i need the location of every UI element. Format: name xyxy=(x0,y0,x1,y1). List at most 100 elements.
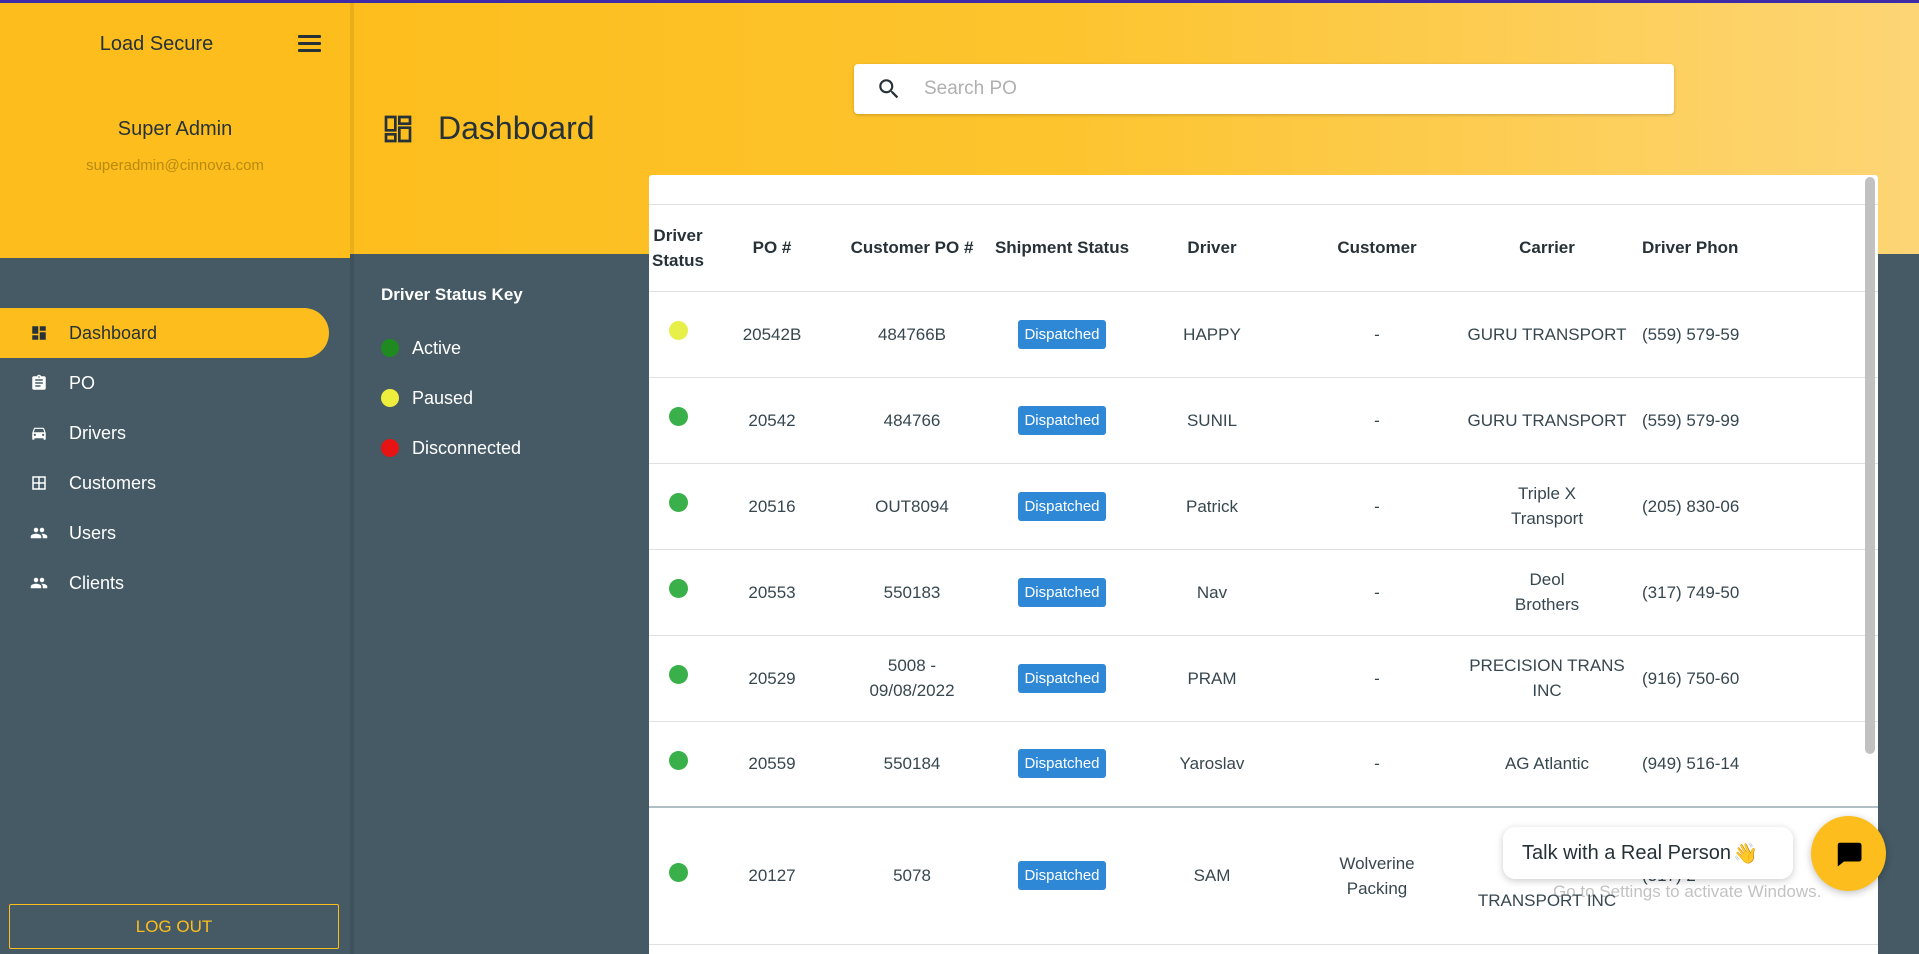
column-header[interactable]: Customer xyxy=(1287,205,1467,292)
menu-icon[interactable] xyxy=(298,35,321,53)
car-icon xyxy=(30,424,48,442)
disconnected-status-dot xyxy=(381,439,399,457)
logout-button[interactable]: LOG OUT xyxy=(9,904,339,949)
status-key-item: Active xyxy=(381,323,523,373)
table-row[interactable]: 20553 550183 Dispatched Nav - Deol Broth… xyxy=(649,549,1878,636)
po-number: 20559 xyxy=(707,721,837,808)
status-key-title: Driver Status Key xyxy=(381,285,523,304)
sidebar-item-label: Drivers xyxy=(69,422,126,443)
status-badge: Dispatched xyxy=(1018,861,1106,891)
sidebar-item-label: PO xyxy=(69,372,96,393)
carrier-name: GURU TRANSPORT xyxy=(1467,377,1627,464)
user-email: superadmin@cinnova.com xyxy=(86,157,264,174)
status-key-item: Disconnected xyxy=(381,423,523,473)
driver-phone: (317) 749-50 xyxy=(1627,549,1878,636)
customer-po: 550183 xyxy=(837,549,987,636)
column-header[interactable]: Driver xyxy=(1137,205,1287,292)
search-input[interactable] xyxy=(924,78,1624,100)
status-badge: Dispatched xyxy=(1018,577,1106,607)
driver-status-dot xyxy=(668,750,688,770)
search-icon xyxy=(879,79,899,99)
customer-po: 550184 xyxy=(837,721,987,808)
sidebar-item-clients[interactable]: Clients xyxy=(0,558,350,608)
sidebar: Load Secure Super Admin superadmin@cinno… xyxy=(0,0,350,954)
sidebar-item-drivers[interactable]: Drivers xyxy=(0,408,350,458)
people-icon xyxy=(30,574,48,592)
page-title-text: Dashboard xyxy=(438,110,595,146)
chat-icon xyxy=(1837,842,1861,866)
status-badge: Dispatched xyxy=(1018,749,1106,779)
status-badge: Dispatched xyxy=(1018,319,1106,349)
clipboard-icon xyxy=(30,374,48,392)
carrier-name: Triple X Transport xyxy=(1467,463,1627,550)
driver-phone: (949) 516-14 xyxy=(1627,721,1878,808)
driver-name: Nav xyxy=(1137,549,1287,636)
customer-po: 5078 xyxy=(837,807,987,945)
carrier-name: PRECISION TRANS INC xyxy=(1467,635,1627,722)
status-badge: Dispatched xyxy=(1018,663,1106,693)
column-header[interactable]: Shipment Status xyxy=(987,205,1137,292)
po-number: 20542 xyxy=(707,377,837,464)
column-header[interactable]: Customer PO # xyxy=(837,205,987,292)
column-header[interactable]: Carrier xyxy=(1467,205,1627,292)
driver-status-dot xyxy=(668,579,688,598)
driver-name: SAM xyxy=(1137,807,1287,945)
driver-name: Patrick xyxy=(1137,463,1287,550)
driver-status-dot xyxy=(668,862,688,882)
sidebar-item-label: Users xyxy=(69,522,117,543)
driver-phone: (916) 750-60 xyxy=(1627,635,1878,722)
sidebar-item-label: Clients xyxy=(69,572,125,593)
dashboard-icon xyxy=(30,324,48,342)
driver-status-dot xyxy=(668,665,688,684)
chat-prompt[interactable]: Talk with a Real Person 👋 xyxy=(1503,827,1793,879)
customer-name: - xyxy=(1287,463,1467,550)
customer-po: 484766B xyxy=(837,291,987,378)
customer-name: - xyxy=(1287,549,1467,636)
sidebar-item-label: Dashboard xyxy=(69,322,158,343)
paused-status-dot xyxy=(381,389,399,407)
sidebar-item-po[interactable]: PO xyxy=(0,358,350,408)
status-badge: Dispatched xyxy=(1018,405,1106,435)
customer-name: - xyxy=(1287,291,1467,378)
table-scrollbar[interactable] xyxy=(1865,177,1875,754)
wave-icon: 👋 xyxy=(1732,842,1758,865)
sidebar-item-dashboard[interactable]: Dashboard xyxy=(0,308,329,358)
po-number: 20529 xyxy=(707,635,837,722)
status-key-label: Active xyxy=(412,337,462,358)
table-row[interactable]: 20516 OUT8094 Dispatched Patrick - Tripl… xyxy=(649,463,1878,550)
table-row[interactable]: 20529 5008 - 09/08/2022 Dispatched PRAM … xyxy=(649,635,1878,722)
status-key-label: Paused xyxy=(412,387,474,408)
active-status-dot xyxy=(381,339,399,357)
po-number: 20553 xyxy=(707,549,837,636)
table-row[interactable]: 20542B 484766B Dispatched HAPPY - GURU T… xyxy=(649,291,1878,378)
dashboard-icon xyxy=(384,115,412,142)
driver-phone: (559) 579-99 xyxy=(1627,377,1878,464)
sidebar-item-customers[interactable]: Customers xyxy=(0,458,350,508)
column-header[interactable]: Driver Status xyxy=(649,205,707,292)
driver-name: HAPPY xyxy=(1137,291,1287,378)
customer-po: OUT8094 xyxy=(837,463,987,550)
column-header[interactable]: Driver Phon xyxy=(1627,205,1878,292)
user-name: Super Admin xyxy=(117,118,233,140)
chat-button[interactable] xyxy=(1811,816,1886,891)
driver-status-key: Driver Status Key Active Paused Disconne… xyxy=(381,285,523,473)
top-accent-line xyxy=(0,0,1919,3)
table-header-row: Driver Status PO # Customer PO # Shipmen… xyxy=(649,205,1878,292)
carrier-name: GURU TRANSPORT xyxy=(1467,291,1627,378)
driver-phone: (205) 830-06 xyxy=(1627,463,1878,550)
people-icon xyxy=(30,524,48,542)
driver-name: Yaroslav xyxy=(1137,721,1287,808)
app-name: Load Secure xyxy=(99,33,214,55)
po-number: 20542B xyxy=(707,291,837,378)
driver-name: PRAM xyxy=(1137,635,1287,722)
carrier-name: AG Atlantic xyxy=(1467,721,1627,808)
customer-name: Wolverine Packing xyxy=(1287,807,1467,945)
status-key-label: Disconnected xyxy=(412,437,522,458)
table-row[interactable]: 20559 550184 Dispatched Yaroslav - AG At… xyxy=(649,721,1878,808)
driver-phone: (559) 579-59 xyxy=(1627,291,1878,378)
status-key-item: Paused xyxy=(381,373,523,423)
table-row[interactable]: 20542 484766 Dispatched SUNIL - GURU TRA… xyxy=(649,377,1878,464)
column-header[interactable]: PO # xyxy=(707,205,837,292)
sidebar-item-users[interactable]: Users xyxy=(0,508,350,558)
customer-name: - xyxy=(1287,721,1467,808)
